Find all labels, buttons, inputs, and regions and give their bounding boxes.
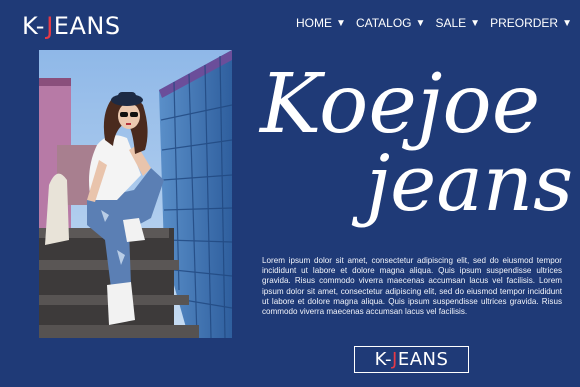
brand-logo[interactable]: K-JEANS: [22, 12, 121, 40]
hero-title: Koejoe jeans: [256, 40, 572, 250]
brand-logo-prefix: K-: [22, 12, 47, 40]
caret-down-icon: ▼: [562, 17, 572, 29]
nav-item-label: SALE: [435, 16, 467, 30]
brand-logo-accent: J: [46, 12, 54, 40]
nav-item-home[interactable]: HOME ▼: [296, 16, 346, 30]
footer-logo-prefix: K-: [374, 349, 393, 370]
nav-item-label: HOME: [296, 16, 332, 30]
hero-description: Lorem ipsum dolor sit amet, consectetur …: [262, 256, 562, 317]
footer-logo[interactable]: K- J EANS: [354, 346, 469, 373]
footer-logo-suffix: EANS: [397, 349, 449, 370]
caret-down-icon: ▼: [336, 17, 346, 29]
caret-down-icon: ▼: [415, 17, 426, 29]
nav-item-catalog[interactable]: CATALOG ▼: [356, 16, 425, 30]
nav-item-label: PREORDER: [490, 16, 559, 30]
caret-down-icon: ▼: [470, 17, 481, 29]
hero-photo: [39, 50, 232, 338]
nav-item-label: CATALOG: [355, 16, 412, 30]
hero-title-line2: jeans: [351, 139, 572, 229]
hero-title-line1: Koejoe: [258, 57, 540, 152]
main-nav: HOME ▼ CATALOG ▼ SALE ▼ PREORDER ▼: [296, 16, 572, 30]
nav-item-preorder[interactable]: PREORDER ▼: [490, 16, 572, 30]
brand-logo-suffix: EANS: [53, 12, 121, 40]
nav-item-sale[interactable]: SALE ▼: [435, 16, 480, 30]
